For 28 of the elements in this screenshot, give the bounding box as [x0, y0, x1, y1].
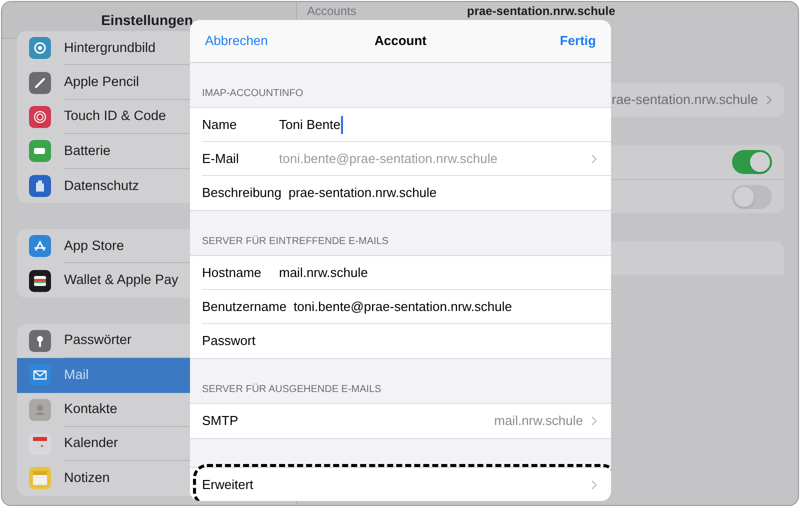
input-field[interactable]: Toni Bente	[279, 114, 344, 134]
toggle-switch[interactable]	[732, 184, 772, 208]
sidebar-title: Einstellungen	[101, 10, 193, 30]
field-label: Beschreibung	[202, 184, 282, 202]
input-field[interactable]: mail.nrw.schule	[279, 262, 368, 282]
section-header: SERVER FÜR EINTREFFENDE E-MAILS	[202, 234, 389, 249]
cancel-button[interactable]: Abbrechen	[205, 31, 268, 51]
field-value: mail.nrw.schule	[494, 412, 583, 430]
section-header: IMAP-ACCOUNTINFO	[202, 87, 304, 101]
chevron-icon	[591, 154, 597, 164]
chevron-icon	[766, 95, 772, 105]
field-label: E-Mail	[202, 150, 240, 168]
text-cursor	[341, 116, 344, 134]
chevron-icon[interactable]	[591, 480, 597, 490]
field-label: Passwort	[202, 332, 256, 350]
sheet-title: Account	[374, 32, 426, 50]
page-title: prae-sentation.nrw.schule	[467, 4, 616, 19]
input-field[interactable]: toni.bente@prae-sentation.nrw.schule	[294, 296, 512, 316]
field-label: Benutzername	[202, 298, 287, 316]
toggle-switch[interactable]	[732, 150, 772, 174]
field-label: Name	[202, 116, 238, 134]
input-field[interactable]: prae-sentation.nrw.schule	[288, 183, 437, 203]
field-label: Erweitert	[202, 476, 254, 494]
field-label: SMTP	[202, 412, 240, 430]
chevron-icon[interactable]	[591, 416, 597, 426]
field-value: toni.bente@prae-sentation.nrw.schule	[279, 150, 498, 168]
done-button[interactable]: Fertig	[560, 31, 596, 51]
field-label: Hostname	[202, 264, 262, 282]
